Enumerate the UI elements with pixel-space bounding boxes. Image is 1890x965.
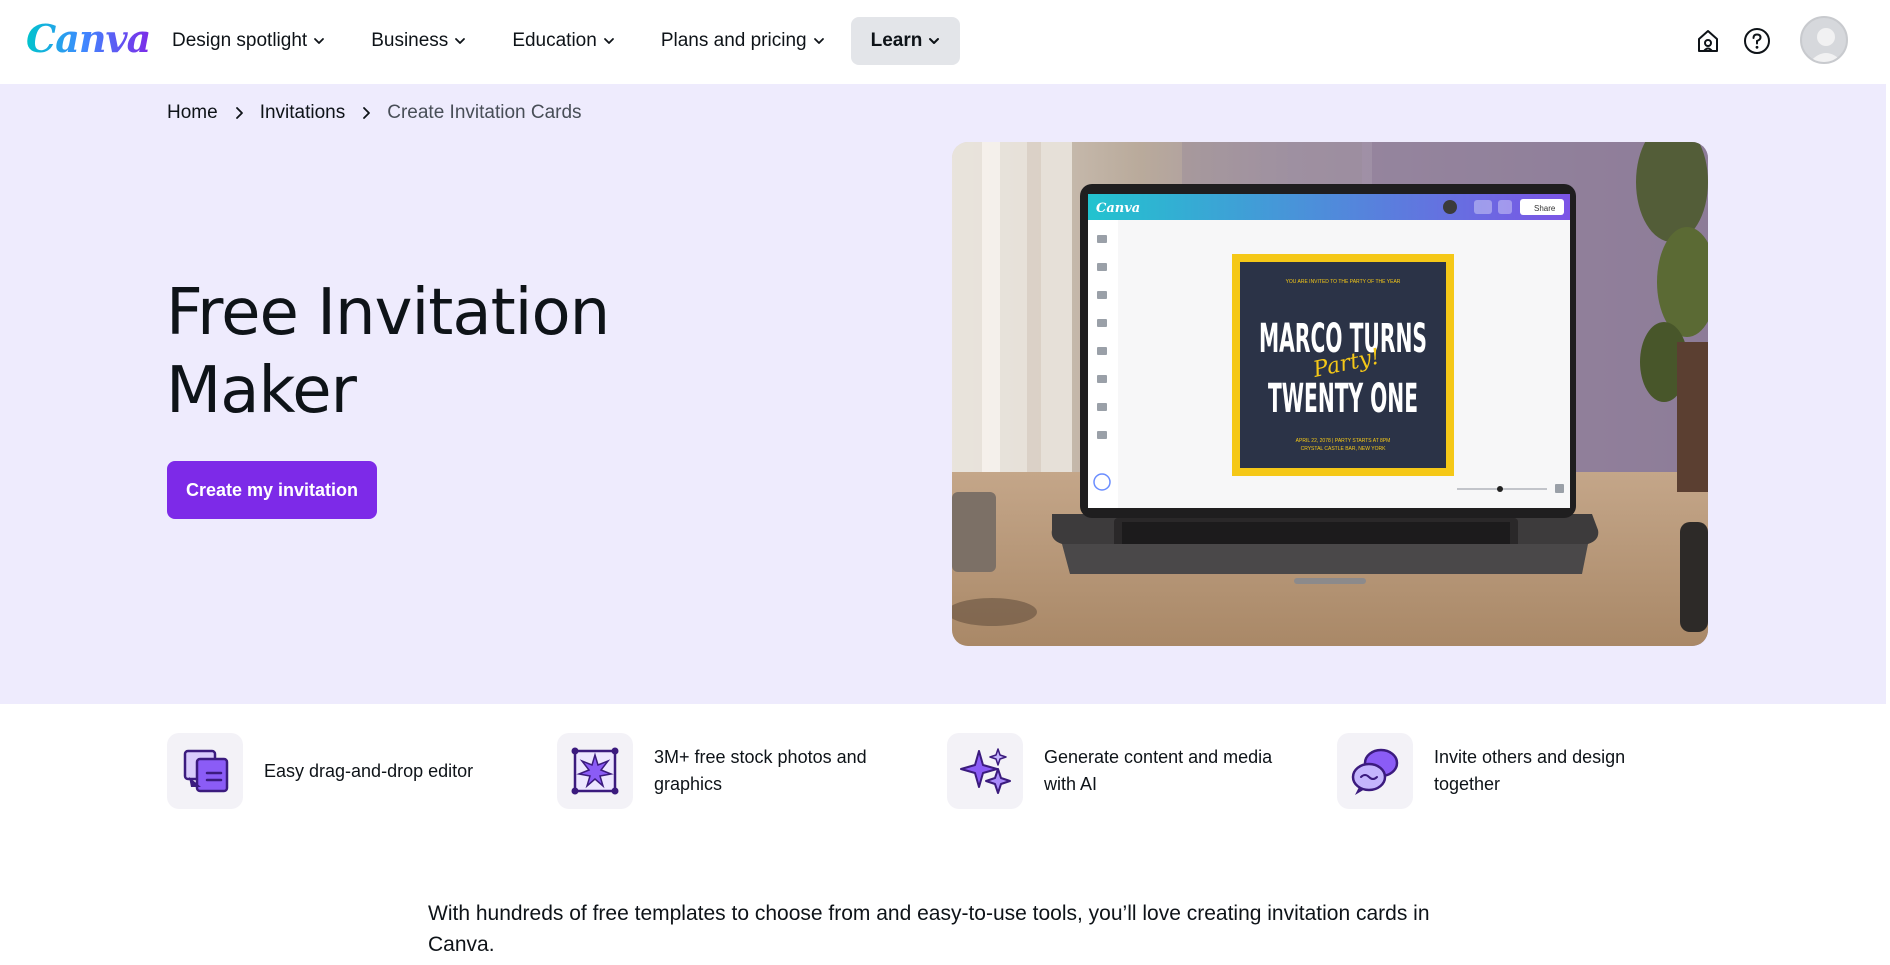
chevron-right-icon xyxy=(345,106,387,120)
feature-text: 3M+ free stock photos and graphics xyxy=(654,747,867,794)
feature-item: 3M+ free stock photos and graphics xyxy=(557,733,947,809)
chevron-down-icon xyxy=(454,35,466,47)
main-nav: Design spotlight Business Education Plan… xyxy=(152,17,961,65)
hero-laptop-image: Canva Share YOU ARE INVITED TO THE PARTY… xyxy=(952,142,1708,646)
top-navigation: Canva Design spotlight Business Educatio… xyxy=(0,0,1890,84)
feature-item: Easy drag-and-drop editor xyxy=(167,733,557,809)
card-small-top: YOU ARE INVITED TO THE PARTY OF THE YEAR xyxy=(1286,279,1401,285)
nav-label: Education xyxy=(512,30,597,51)
features-row: Easy drag-and-drop editor 3M+ free stock… xyxy=(167,733,1727,809)
collaborate-chat-icon xyxy=(1337,733,1413,809)
drag-drop-editor-icon xyxy=(167,733,243,809)
app-logo: Canva xyxy=(1096,201,1140,216)
share-label: Share xyxy=(1534,204,1556,213)
feature-item: Invite others and design together xyxy=(1337,733,1727,809)
breadcrumb-invitations[interactable]: Invitations xyxy=(260,102,346,124)
nav-label: Learn xyxy=(870,30,923,51)
breadcrumb-current: Create Invitation Cards xyxy=(387,102,582,123)
card-small-bottom-2: CRYSTAL CASTLE BAR, NEW YORK xyxy=(1301,446,1387,452)
chevron-down-icon xyxy=(928,35,940,47)
avatar[interactable] xyxy=(1800,16,1848,64)
nav-design-spotlight[interactable]: Design spotlight xyxy=(152,17,345,65)
nav-business[interactable]: Business xyxy=(351,17,486,65)
nav-label: Business xyxy=(371,30,449,51)
feature-item: Generate content and media with AI xyxy=(947,733,1337,809)
page-title: Free Invitation Maker xyxy=(166,276,610,428)
intro-paragraph: With hundreds of free templates to choos… xyxy=(428,902,1430,956)
nav-label: Design spotlight xyxy=(172,30,308,51)
canva-logo[interactable]: Canva xyxy=(26,16,151,61)
nav-learn[interactable]: Learn xyxy=(850,17,961,65)
chevron-down-icon xyxy=(313,35,325,47)
chevron-right-icon xyxy=(218,106,260,120)
feature-text: Easy drag-and-drop editor xyxy=(264,760,474,781)
stock-photos-icon xyxy=(557,733,633,809)
nav-education[interactable]: Education xyxy=(492,17,635,65)
help-icon[interactable] xyxy=(1742,26,1772,56)
create-invitation-button[interactable]: Create my invitation xyxy=(167,461,378,519)
feature-text: Generate content and media with AI xyxy=(1044,747,1273,794)
card-small-bottom-1: APRIL 22, 2078 | PARTY STARTS AT 8PM xyxy=(1296,438,1391,444)
nav-label: Plans and pricing xyxy=(660,30,807,51)
feature-text: Invite others and design together xyxy=(1434,747,1626,794)
nav-plans-and-pricing[interactable]: Plans and pricing xyxy=(641,17,845,65)
breadcrumb-home[interactable]: Home xyxy=(167,102,218,124)
chevron-down-icon xyxy=(603,35,615,47)
card-line-2: TWENTY ONE xyxy=(1268,376,1418,422)
ai-sparkle-icon xyxy=(947,733,1023,809)
chevron-down-icon xyxy=(813,35,825,47)
breadcrumb: Home Invitations Create Invitation Cards xyxy=(167,102,582,124)
home-notification-icon[interactable] xyxy=(1693,26,1723,56)
hero-section: Home Invitations Create Invitation Cards… xyxy=(0,84,1886,704)
